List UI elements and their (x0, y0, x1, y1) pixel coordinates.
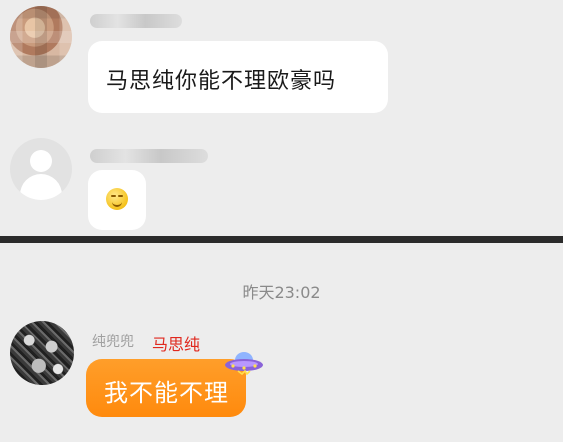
chat-screenshot-bottom (0, 243, 563, 442)
sender-nickname: 纯兜兜 (92, 334, 134, 350)
chat-screenshot-top: 马思纯你能不理欧豪吗 (0, 0, 563, 236)
avatar-mosaic (10, 6, 72, 68)
emoji-message-bubble[interactable] (88, 170, 146, 230)
avatar-head (30, 150, 52, 172)
reply-message-bubble[interactable]: 我不能不理 (86, 359, 246, 417)
emoji-mouth (112, 200, 122, 207)
reply-message-text: 我不能不理 (104, 379, 229, 407)
blurred-username (90, 149, 208, 163)
message-text: 马思纯你能不理欧豪吗 (106, 69, 337, 94)
smile-emoji-icon (106, 188, 128, 210)
red-annotation-label: 马思纯 (152, 335, 201, 354)
emoji-eye-left (111, 195, 116, 197)
screenshot-divider (0, 236, 563, 243)
sender-avatar-blurred[interactable] (10, 6, 72, 68)
emoji-eye-right (118, 195, 123, 197)
user-avatar-icon[interactable] (10, 138, 72, 200)
message-timestamp: 昨天23:02 (242, 283, 321, 302)
ufo-badge-icon (225, 352, 263, 375)
message-bubble[interactable]: 马思纯你能不理欧豪吗 (88, 41, 388, 113)
sender-avatar[interactable] (10, 321, 74, 385)
blurred-username (90, 14, 182, 28)
avatar-body (20, 174, 62, 200)
